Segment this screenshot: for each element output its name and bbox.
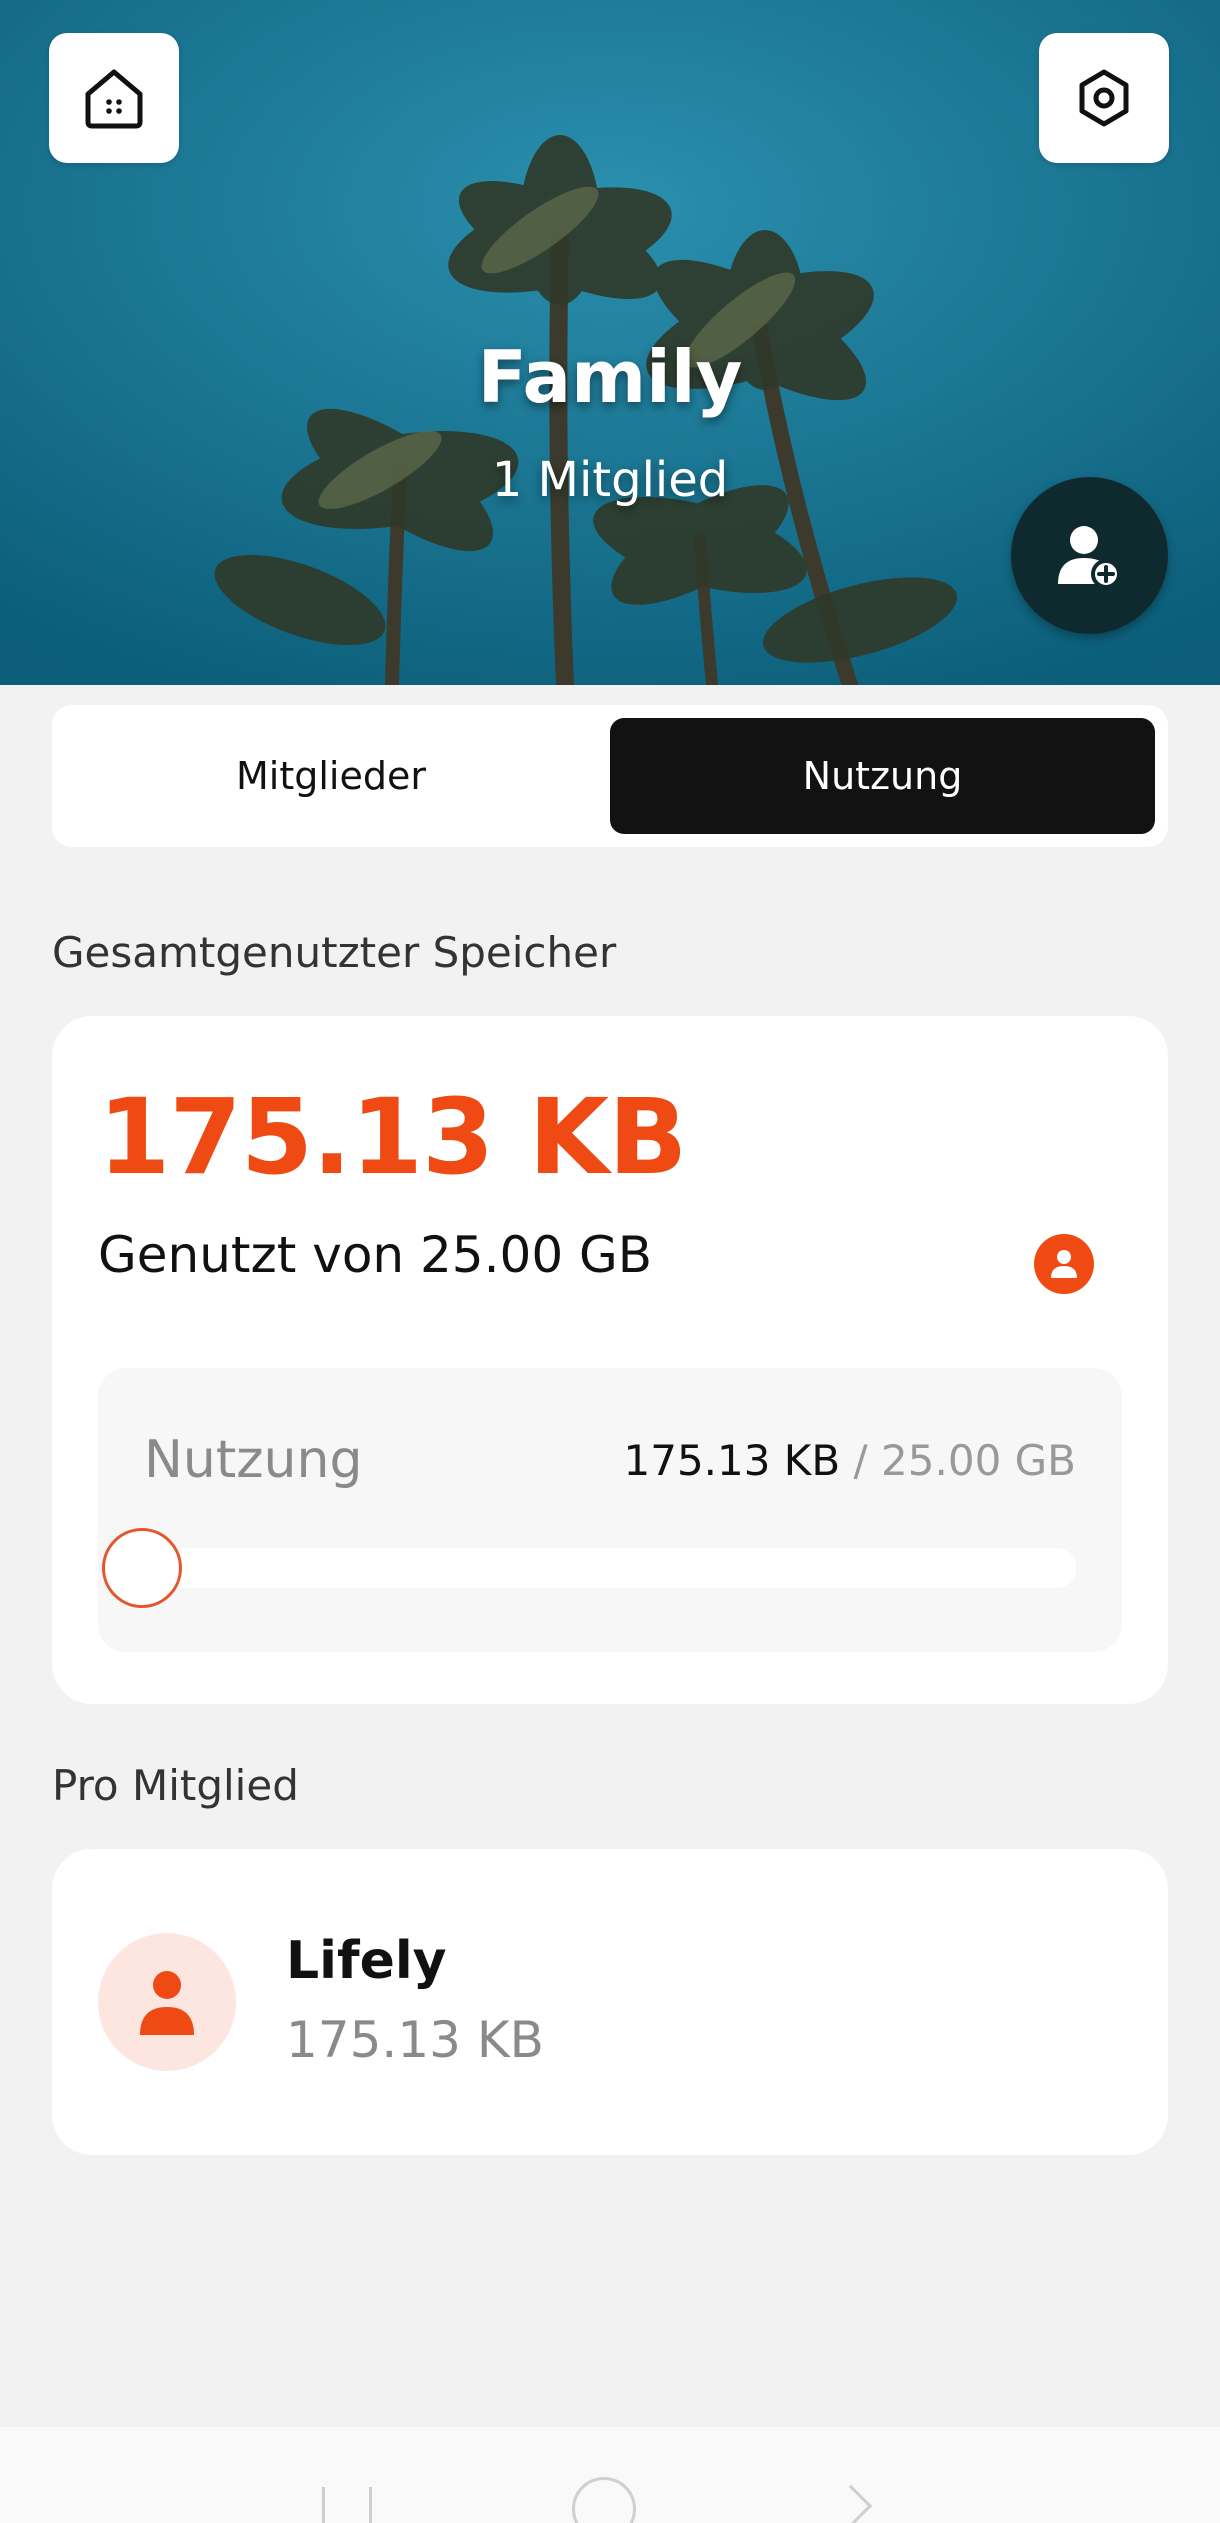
- gear-hex-icon: [1079, 69, 1129, 127]
- person-icon: [1034, 1234, 1094, 1294]
- home-icon: [85, 69, 143, 129]
- usage-max: 25.00 GB: [881, 1436, 1076, 1485]
- back-icon[interactable]: [829, 2484, 873, 2523]
- used-of-quota: Genutzt von 25.00 GB: [98, 1226, 653, 1284]
- member-usage-card[interactable]: Lifely 175.13 KB: [52, 1849, 1168, 2155]
- home-button[interactable]: [49, 33, 179, 163]
- home-circle-icon[interactable]: [572, 2477, 636, 2523]
- usage-panel: Nutzung 175.13 KB / 25.00 GB: [98, 1368, 1122, 1652]
- hero-banner: Family 1 Mitglied: [0, 0, 1220, 685]
- add-user-icon: [1057, 525, 1121, 589]
- person-icon: [140, 1971, 194, 2035]
- usage-progress-thumb: [102, 1528, 182, 1608]
- usage-label: Nutzung: [144, 1430, 363, 1490]
- member-usage: 175.13 KB: [286, 2011, 544, 2069]
- per-member-section-label: Pro Mitglied: [52, 1761, 299, 1810]
- storage-section-label: Gesamtgenutzter Speicher: [52, 928, 617, 977]
- storage-card: 175.13 KB Genutzt von 25.00 GB Nutzung 1…: [52, 1016, 1168, 1704]
- member-name: Lifely: [286, 1931, 447, 1991]
- usage-readout: 175.13 KB / 25.00 GB: [624, 1436, 1077, 1485]
- usage-progress-track: [144, 1548, 1076, 1588]
- usage-separator: /: [853, 1436, 868, 1485]
- group-name: Family: [477, 335, 743, 419]
- segmented-tabs: Mitglieder Nutzung: [52, 705, 1168, 847]
- recents-icon[interactable]: [322, 2487, 372, 2523]
- usage-current: 175.13 KB: [623, 1436, 841, 1485]
- used-storage-value: 175.13 KB: [98, 1076, 687, 1198]
- tab-members[interactable]: Mitglieder: [52, 718, 610, 834]
- settings-button[interactable]: [1039, 33, 1169, 163]
- add-member-button[interactable]: [1011, 477, 1168, 634]
- system-navigation-bar: [0, 2427, 1220, 2523]
- tab-usage[interactable]: Nutzung: [610, 718, 1155, 834]
- avatar: [98, 1933, 236, 2071]
